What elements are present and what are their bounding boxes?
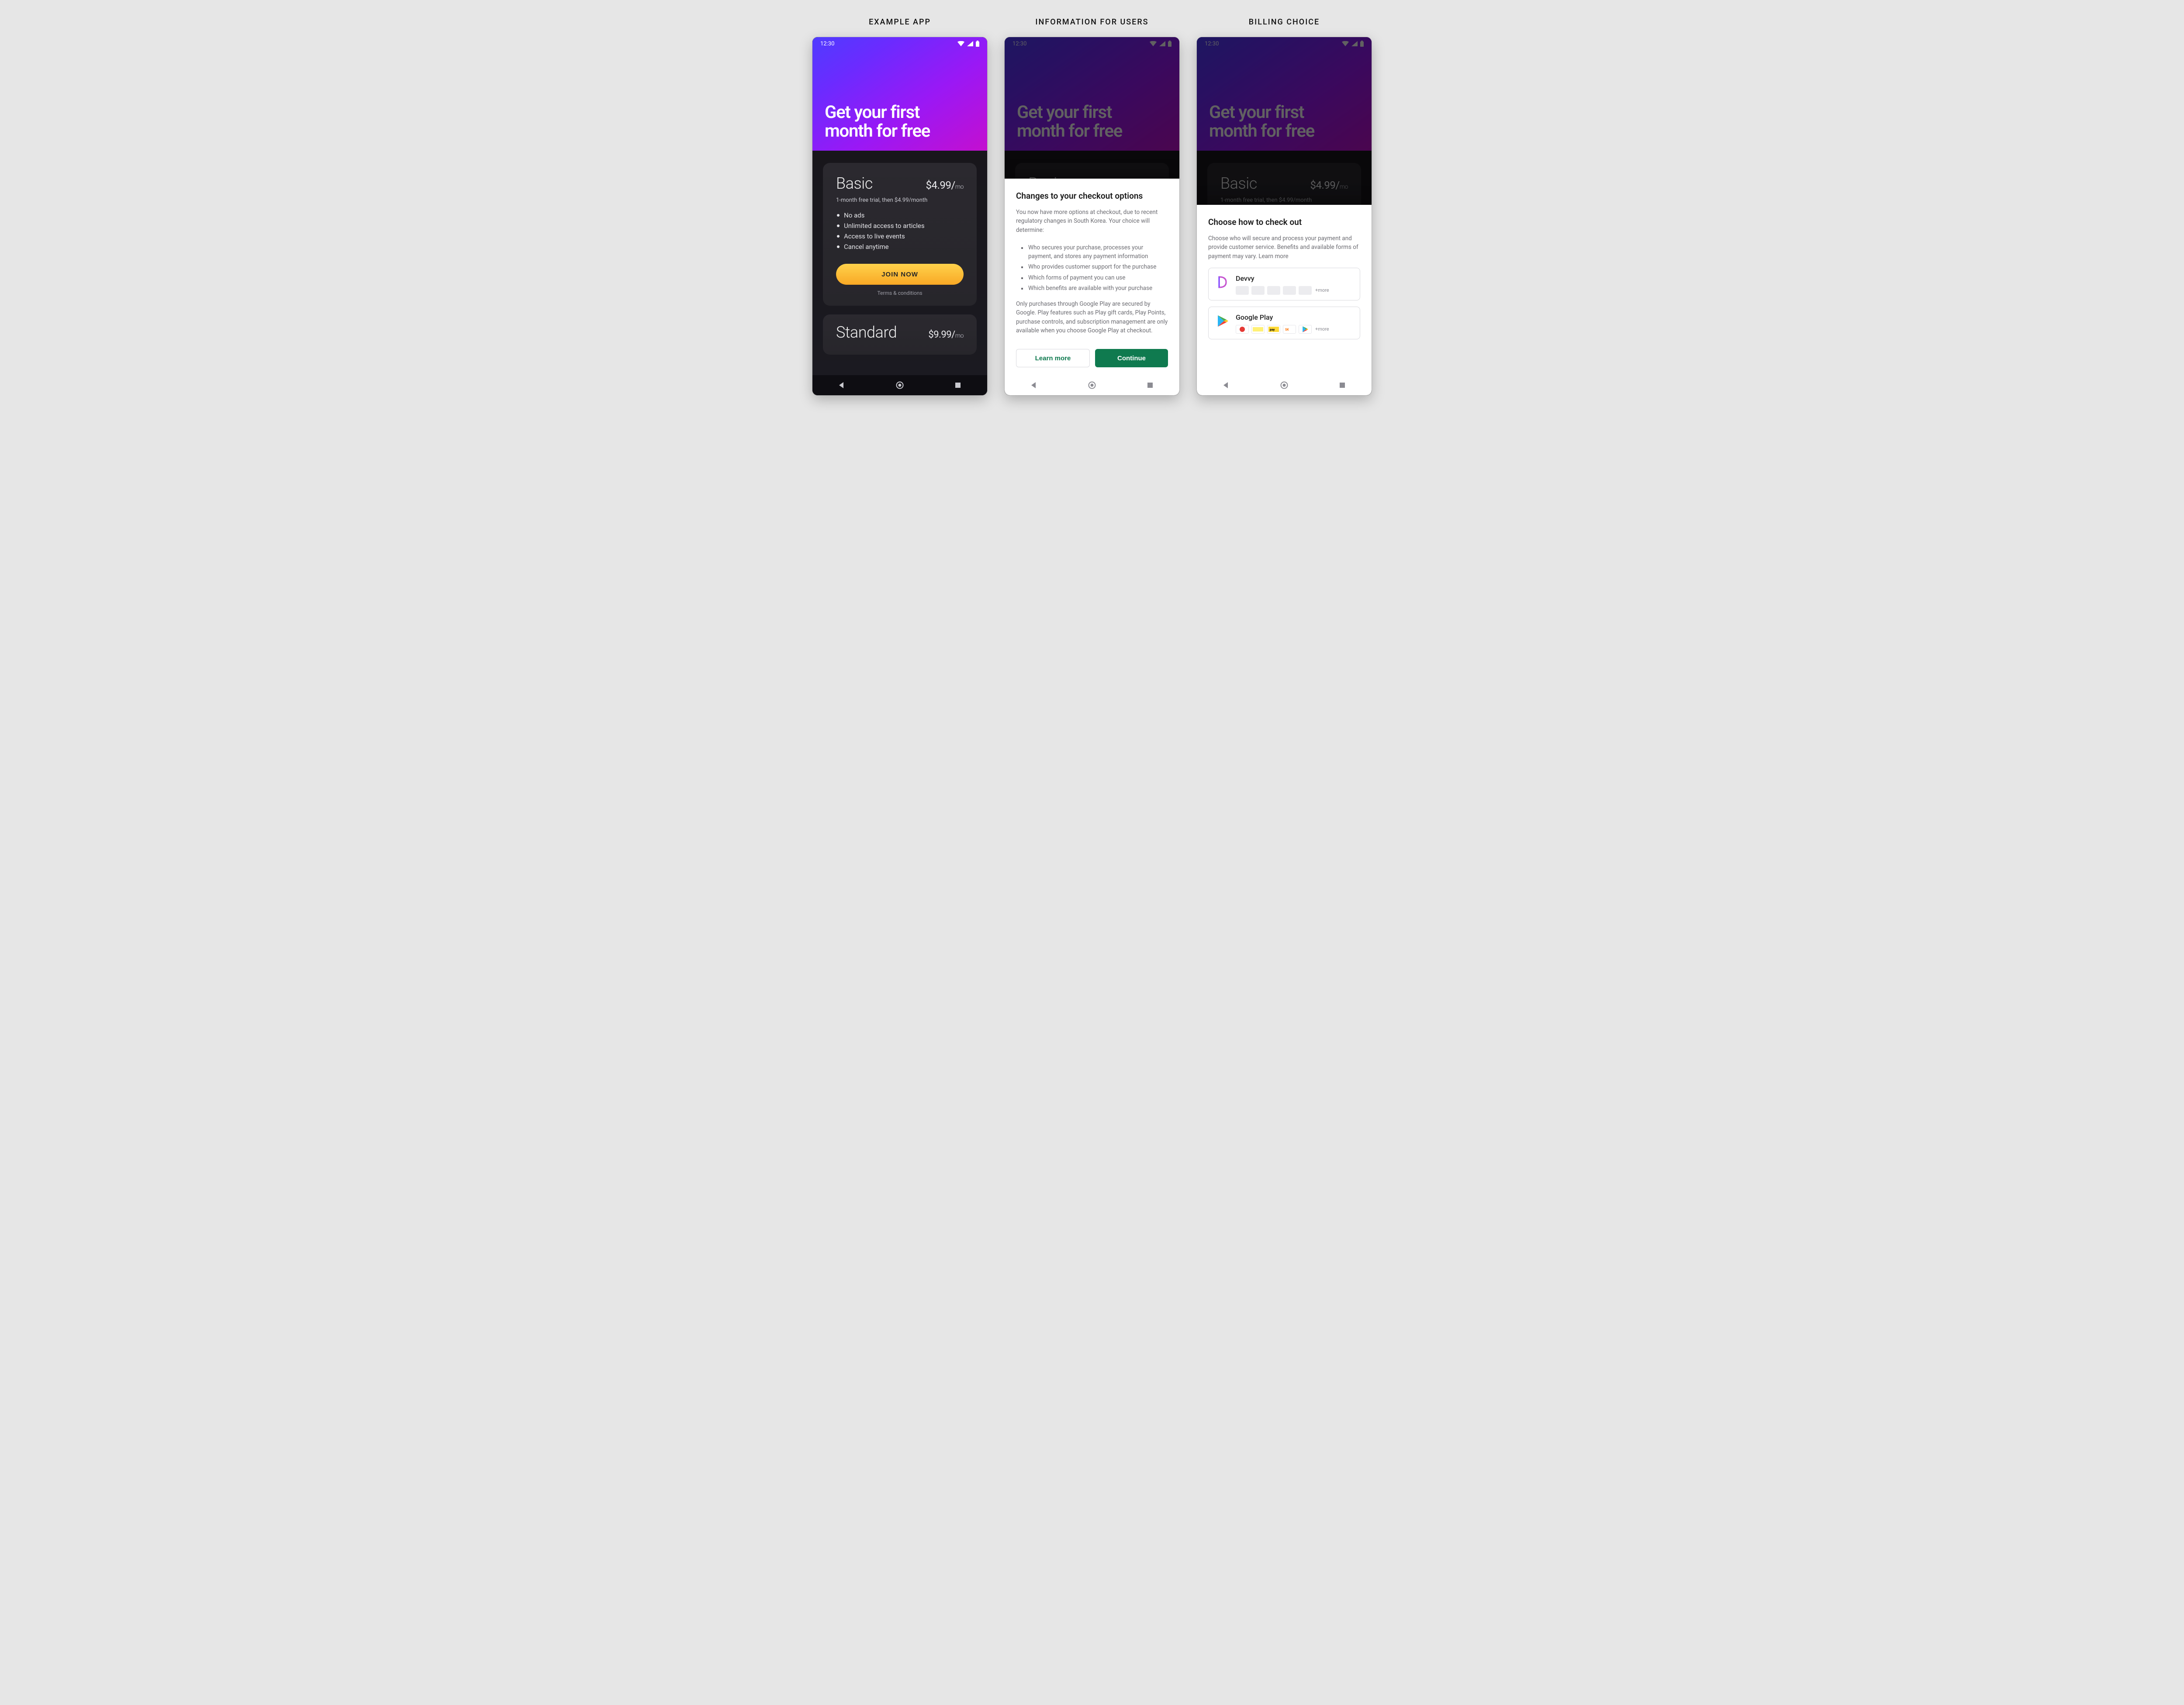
payment-method-icon: pay [1267,325,1280,334]
back-icon[interactable] [1221,380,1231,390]
sheet-intro: You now have more options at checkout, d… [1016,208,1168,235]
battery-icon [976,41,979,47]
plans: Basic $4.99/mo 1-month free trial, then … [812,151,987,375]
android-nav-bar [1197,375,1372,395]
column-example-app: EXAMPLE APP 12:30 Get your first month f… [812,17,987,395]
billing-option-name: Devvy [1236,274,1354,283]
screen: 12:30 Get your first month for free [812,37,987,395]
plan-price: $4.99/mo [926,179,964,191]
plan-feature: Unlimited access to articles [836,222,964,230]
hero: Get your first month for free [812,37,987,151]
status-time: 12:30 [820,41,834,47]
payment-method-icon [1251,325,1265,334]
home-icon[interactable] [1087,380,1097,390]
back-icon[interactable] [1029,380,1039,390]
sheet-bullet: Who provides customer support for the pu… [1021,262,1168,271]
plan-card-standard: Standard $9.99/mo [823,314,977,355]
recents-icon[interactable] [953,380,963,390]
column-billing-choice: BILLING CHOICE 12:30 Get your first mont… [1197,17,1372,395]
hero-title-line2: month for free [825,121,930,141]
learn-more-button[interactable]: Learn more [1016,349,1090,367]
wifi-icon [957,41,964,46]
plan-card-basic: Basic $4.99/mo 1-month free trial, then … [823,163,977,306]
column-title: BILLING CHOICE [1249,17,1320,27]
sheet-note: Only purchases through Google Play are s… [1016,300,1168,335]
status-icons [957,41,979,47]
sheet-desc: Choose who will secure and process your … [1208,234,1360,261]
payment-method-icon [1283,286,1296,295]
screen: 12:30 Get your first month for free [1197,37,1372,395]
payment-methods: +more [1236,286,1354,295]
payment-methods: pay SK +more [1236,325,1354,334]
terms-link[interactable]: Terms & conditions [836,290,964,296]
choice-bottom-sheet: Choose how to check out Choose who will … [1197,205,1372,375]
payment-method-icon [1299,325,1312,334]
column-title: INFORMATION FOR USERS [1035,17,1148,27]
screen: 12:30 Get your first month for free [1005,37,1179,395]
billing-option-google-play[interactable]: Google Play pay SK +more [1208,307,1360,339]
svg-text:pay: pay [1270,328,1275,331]
plan-feature: No ads [836,211,964,219]
devvy-logo-icon [1215,274,1230,290]
phone-frame: 12:30 Get your first month for free [812,37,987,395]
column-information: INFORMATION FOR USERS 12:30 Get your fir… [1005,17,1179,395]
column-title: EXAMPLE APP [869,17,931,27]
plan-features: No ads Unlimited access to articles Acce… [836,211,964,251]
recents-icon[interactable] [1145,380,1155,390]
plan-feature: Cancel anytime [836,243,964,251]
plan-price: $9.99/mo [928,329,964,340]
sheet-title: Choose how to check out [1208,217,1360,227]
plan-sub: 1-month free trial, then $4.99/month [836,197,964,204]
payment-method-icon [1251,286,1265,295]
home-icon[interactable] [1279,380,1289,390]
payment-method-icon [1236,286,1249,295]
recents-icon[interactable] [1337,380,1347,390]
join-now-button[interactable]: JOIN NOW [836,264,964,285]
payment-method-icon: SK [1283,325,1296,334]
hero-title: Get your first month for free [825,103,930,140]
plan-name: Basic [836,174,873,193]
more-label: +more [1315,326,1329,332]
billing-option-name: Google Play [1236,313,1354,321]
sheet-bullet: Which forms of payment you can use [1021,273,1168,282]
continue-button[interactable]: Continue [1095,349,1168,367]
sheet-bullets: Who secures your purchase, processes you… [1021,242,1168,294]
home-icon[interactable] [895,380,905,390]
stage: EXAMPLE APP 12:30 Get your first month f… [812,17,1372,395]
plan-feature: Access to live events [836,232,964,240]
payment-method-icon [1299,286,1312,295]
billing-option-devvy[interactable]: Devvy +more [1208,268,1360,300]
payment-method-icon [1236,325,1249,334]
svg-text:SK: SK [1285,328,1289,331]
more-label: +more [1315,287,1329,293]
status-bar: 12:30 [812,37,987,50]
hero-title-line1: Get your first [825,102,919,122]
android-nav-bar [812,375,987,395]
sheet-bullet: Which benefits are available with your p… [1021,284,1168,293]
phone-frame: 12:30 Get your first month for free [1005,37,1179,395]
plan-name: Standard [836,323,897,342]
android-nav-bar [1005,375,1179,395]
payment-method-icon [1267,286,1280,295]
sheet-bullet: Who secures your purchase, processes you… [1021,243,1168,261]
phone-frame: 12:30 Get your first month for free [1197,37,1372,395]
google-play-logo-icon [1215,313,1230,329]
sheet-title: Changes to your checkout options [1016,191,1168,201]
signal-icon [967,41,973,46]
info-bottom-sheet: Changes to your checkout options You now… [1005,179,1179,375]
back-icon[interactable] [837,380,847,390]
